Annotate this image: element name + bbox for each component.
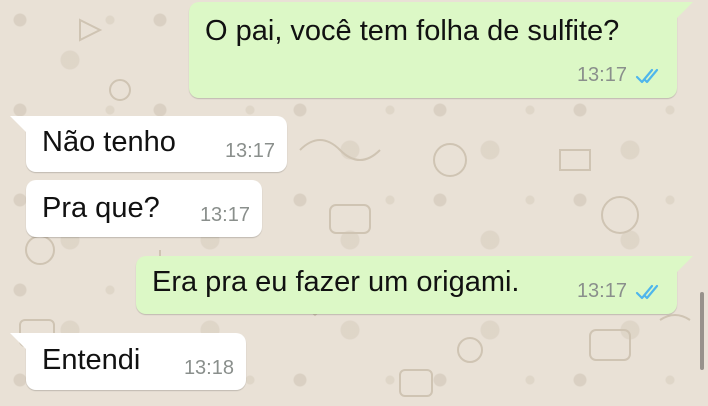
- bubble-tail: [10, 333, 26, 349]
- scrollbar[interactable]: [700, 292, 704, 370]
- double-check-read-icon: [635, 68, 659, 83]
- message-meta: 13:17: [225, 140, 275, 163]
- message-bubble-incoming[interactable]: Não tenho 13:17: [26, 116, 287, 172]
- double-check-read-icon: [635, 284, 659, 299]
- message-meta: 13:17: [577, 280, 663, 303]
- message-bubble-outgoing[interactable]: Era pra eu fazer um origami. 13:17: [136, 256, 677, 314]
- message-bubble-incoming[interactable]: Pra que? 13:17: [26, 180, 262, 237]
- message-time: 13:17: [576, 280, 627, 302]
- message-text: Era pra eu fazer um origami.: [152, 266, 520, 298]
- message-bubble-outgoing[interactable]: O pai, você tem folha de sulfite? 13:17: [189, 2, 677, 98]
- message-text: Pra que?: [42, 192, 160, 224]
- message-meta: 13:17: [577, 64, 663, 87]
- message-time: 13:17: [199, 204, 250, 226]
- message-text: Não tenho: [42, 126, 176, 158]
- message-time: 13:18: [183, 357, 234, 379]
- bubble-tail: [677, 2, 693, 18]
- message-time: 13:17: [224, 140, 275, 162]
- message-bubble-incoming[interactable]: Entendi 13:18: [26, 333, 246, 390]
- message-meta: 13:17: [200, 204, 250, 227]
- message-time: 13:17: [576, 64, 627, 86]
- bubble-tail: [10, 116, 26, 132]
- message-text: Entendi: [42, 344, 141, 376]
- message-text: O pai, você tem folha de sulfite?: [205, 15, 620, 47]
- bubble-tail: [677, 256, 693, 272]
- message-meta: 13:18: [184, 357, 234, 380]
